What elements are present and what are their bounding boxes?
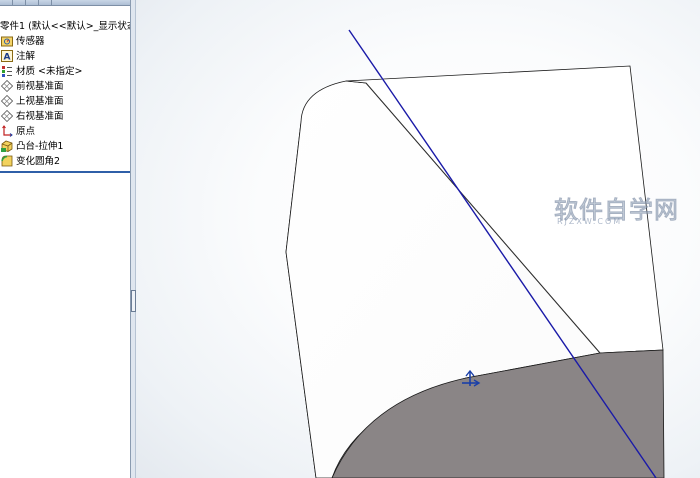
sensor-folder-icon [1, 36, 13, 47]
tree-item-label: 上视基准面 [16, 96, 64, 107]
tree-item-front-plane[interactable]: 前视基准面 [0, 79, 130, 94]
tree-item-origin[interactable]: 原点 [0, 124, 130, 139]
svg-text:A: A [4, 53, 11, 63]
plane-icon [1, 110, 13, 122]
tree-item-sensors[interactable]: 传感器 [0, 34, 130, 49]
tree-item-variable-fillet[interactable]: 变化圆角2 [0, 154, 130, 169]
variable-fillet-icon [1, 155, 13, 167]
material-icon [2, 66, 12, 77]
plane-icon [1, 95, 13, 107]
part-name-header[interactable]: 零件1 (默认<<默认>_显示状态 [0, 20, 130, 33]
tree-item-label: 原点 [16, 126, 36, 137]
tree-item-label: 凸台-拉伸1 [16, 141, 64, 152]
watermark-subtext: RJZXW.COM [557, 217, 623, 226]
extrude-icon [1, 140, 13, 152]
tree-item-label: 注解 [16, 51, 36, 62]
tree-divider [0, 171, 130, 173]
tree-item-material[interactable]: 材质 <未指定> [0, 64, 130, 79]
watermark: 软件自学网 RJZXW.COM [554, 190, 700, 230]
tree-item-label: 变化圆角2 [16, 156, 61, 167]
graphics-viewport[interactable]: 软件自学网 RJZXW.COM [136, 0, 700, 478]
tree-item-right-plane[interactable]: 右视基准面 [0, 109, 130, 124]
tree-item-top-plane[interactable]: 上视基准面 [0, 94, 130, 109]
tree-tab-bar[interactable] [0, 0, 130, 6]
tree-item-annotations[interactable]: A 注解 [0, 49, 130, 64]
annotation-icon: A [1, 50, 13, 62]
plane-icon [1, 80, 13, 92]
origin-icon [2, 125, 13, 137]
tree-item-label: 材质 <未指定> [16, 66, 83, 77]
tree-item-label: 前视基准面 [16, 81, 64, 92]
feature-manager-tree: 零件1 (默认<<默认>_显示状态 传感器 A 注解 材质 <未指定> 前视基准… [0, 0, 131, 478]
model-view[interactable] [136, 0, 700, 478]
tree-item-label: 传感器 [16, 36, 45, 47]
tree-item-boss-extrude[interactable]: 凸台-拉伸1 [0, 139, 130, 154]
tree-item-label: 右视基准面 [16, 111, 64, 122]
